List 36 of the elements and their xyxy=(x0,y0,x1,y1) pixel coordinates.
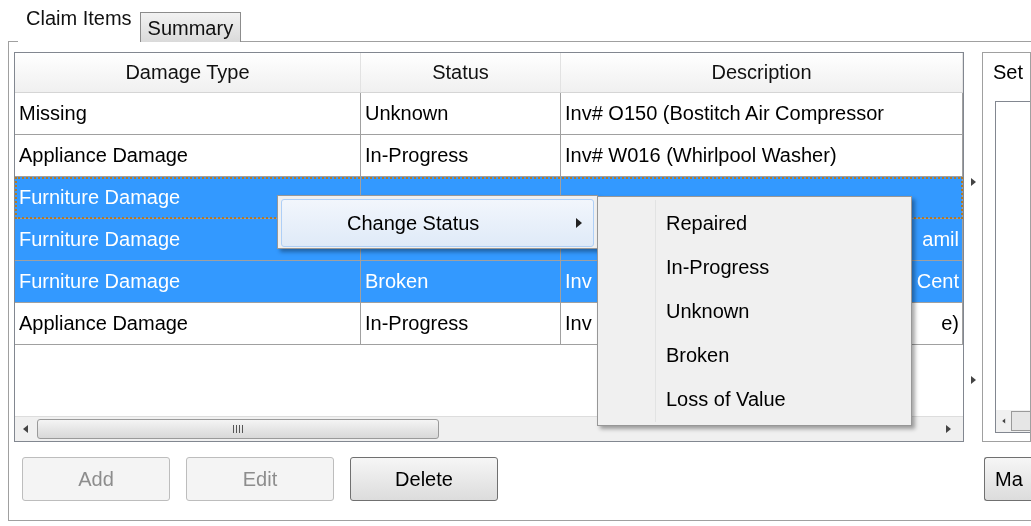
expand-arrow-icon[interactable] xyxy=(968,375,978,385)
scroll-left-icon[interactable] xyxy=(1001,416,1007,426)
table-cell: Inv# W016 (Whirlpool Washer) xyxy=(565,144,837,167)
list-box[interactable] xyxy=(995,101,1030,433)
table-cell: Furniture Damage xyxy=(19,270,181,293)
table-cell: amil xyxy=(922,228,959,251)
column-header[interactable]: Status xyxy=(361,53,561,92)
table-cell: In-Progress xyxy=(365,312,469,335)
table-cell: Broken xyxy=(365,270,429,293)
column-header[interactable]: Damage Type xyxy=(15,53,361,92)
table-cell: Appliance Damage xyxy=(19,312,188,335)
scroll-left-icon[interactable] xyxy=(21,424,31,434)
expand-arrow-icon[interactable] xyxy=(968,177,978,187)
table-cell: Cent xyxy=(916,270,959,293)
action-button[interactable]: Delete xyxy=(350,457,498,501)
panel-button[interactable]: Ma xyxy=(984,457,1031,501)
table-cell: Inv xyxy=(565,270,592,293)
table-cell: e) xyxy=(941,312,959,335)
table-cell: In-Progress xyxy=(365,144,469,167)
menu-item[interactable]: Change Status xyxy=(281,199,594,247)
table-cell: Appliance Damage xyxy=(19,144,188,167)
panel-title: Set xyxy=(993,61,1025,85)
menu-item[interactable]: Repaired xyxy=(598,201,911,245)
scrollbar-thumb[interactable] xyxy=(37,419,439,439)
scroll-right-icon[interactable] xyxy=(943,424,953,434)
table-cell: Furniture Damage xyxy=(19,228,181,251)
table-row[interactable]: Missing Unknown Inv# O150 (Bostitch Air Compressor xyxy=(15,93,963,135)
column-header[interactable]: Description xyxy=(561,53,963,92)
table-cell: Unknown xyxy=(365,102,449,125)
table-cell: Inv xyxy=(565,312,592,335)
tab[interactable]: Summary xyxy=(139,12,242,42)
menu-item[interactable]: Loss of Value xyxy=(598,377,911,421)
table-cell: Missing xyxy=(19,102,87,125)
table-cell: Furniture Damage xyxy=(19,186,181,209)
scrollbar-thumb[interactable] xyxy=(1011,411,1030,431)
table-cell: Inv# O150 (Bostitch Air Compressor xyxy=(565,102,884,125)
